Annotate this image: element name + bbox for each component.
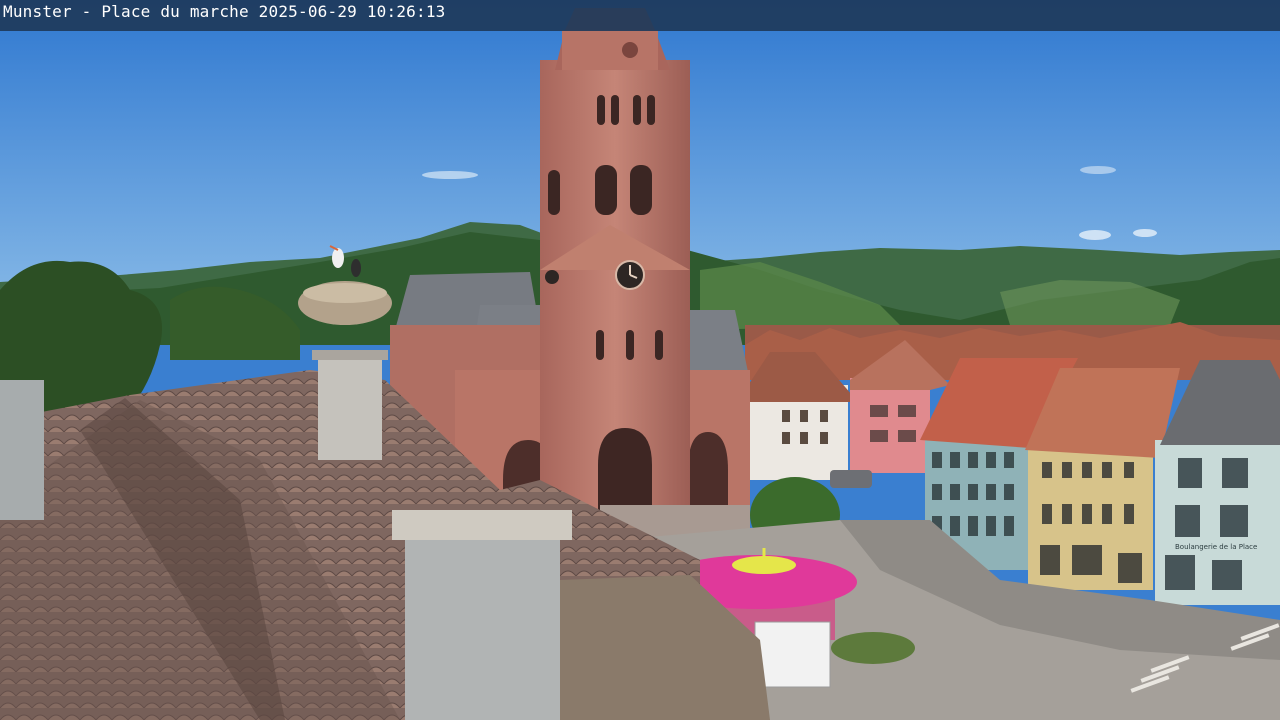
chimney-foreground (405, 535, 560, 720)
window (782, 432, 790, 444)
window (800, 410, 808, 422)
flower-bed (831, 632, 915, 664)
church-portal (598, 428, 652, 512)
parked-car (830, 470, 872, 488)
window (782, 410, 790, 422)
window (820, 410, 828, 422)
tower-lower-window (655, 330, 663, 360)
cloud (1080, 166, 1116, 174)
metal-box (0, 380, 44, 520)
location-label: Munster - Place du marche (3, 2, 249, 21)
camera-caption: Munster - Place du marche 2025-06-29 10:… (3, 2, 446, 22)
cloud (1079, 230, 1111, 240)
tower-lower-window (596, 330, 604, 360)
window (870, 430, 888, 442)
window (820, 432, 828, 444)
food-stand (754, 621, 831, 688)
window (870, 405, 888, 417)
pink-house (850, 378, 930, 473)
tower-crown (562, 30, 658, 70)
cloud (422, 171, 478, 179)
time-label: 10:26:13 (366, 2, 446, 21)
webcam-scene: Boulangerie de la Place (0, 0, 1280, 720)
stork-nest-top (303, 283, 387, 303)
tower-rosette (622, 42, 638, 58)
window (898, 430, 916, 442)
date-label: 2025-06-29 (258, 2, 357, 21)
window (800, 432, 808, 444)
chimney-left (318, 355, 382, 460)
chimney-cap (312, 350, 388, 360)
church-clock-side (545, 270, 559, 284)
shop-sign: Boulangerie de la Place (1175, 543, 1257, 551)
church-arch (688, 432, 728, 510)
stork (332, 248, 344, 268)
tower-lower-window (626, 330, 634, 360)
chimney-foreground-cap (392, 510, 572, 540)
window (898, 405, 916, 417)
cloud (1133, 229, 1157, 237)
stork (351, 259, 361, 277)
